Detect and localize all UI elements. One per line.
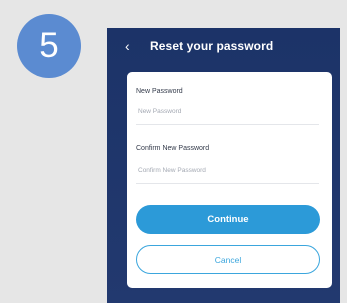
back-chevron-icon[interactable]: ‹ [125, 39, 130, 53]
confirm-password-input[interactable]: Confirm New Password [136, 158, 319, 184]
page-title: Reset your password [150, 39, 274, 53]
confirm-password-placeholder: Confirm New Password [138, 167, 206, 174]
confirm-password-label: Confirm New Password [136, 145, 210, 152]
cancel-button[interactable]: Cancel [136, 245, 320, 274]
step-number-badge: 5 [17, 14, 81, 78]
reset-password-card: New Password New Password Confirm New Pa… [127, 72, 332, 288]
new-password-placeholder: New Password [138, 108, 182, 115]
app-header: ‹ Reset your password [107, 28, 340, 66]
new-password-label: New Password [136, 88, 183, 95]
new-password-input[interactable]: New Password [136, 99, 319, 125]
step-number: 5 [39, 26, 59, 65]
phone-screen: ‹ Reset your password New Password New P… [107, 28, 340, 303]
continue-button[interactable]: Continue [136, 205, 320, 234]
